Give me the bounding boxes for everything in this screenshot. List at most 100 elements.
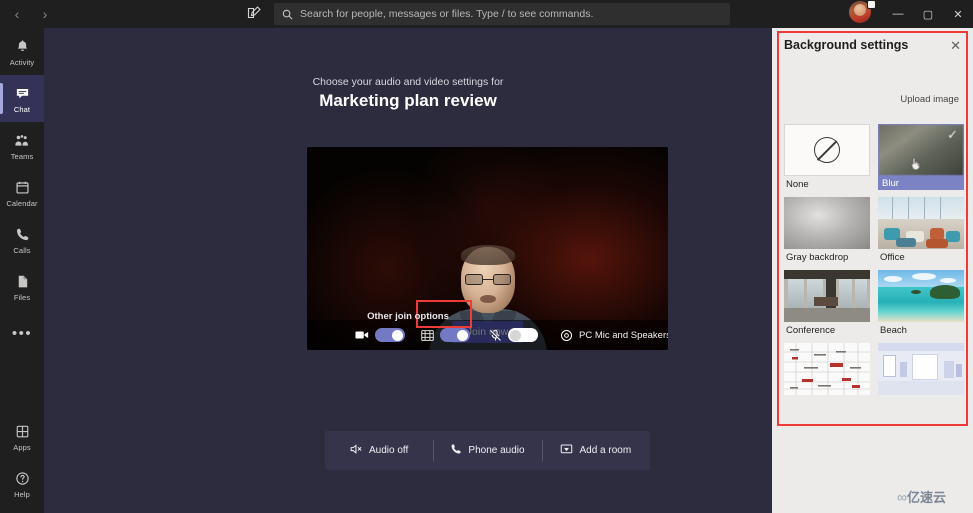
background-option-none[interactable]: None [784,124,870,190]
prejoin-stage: Choose your audio and video settings for… [44,28,772,513]
background-option-label: None [786,179,809,190]
window-controls: — ▢ ✕ [849,0,973,28]
sidebar-item-calendar[interactable]: Calendar [0,169,44,216]
sidebar-item-label: Calls [13,245,31,255]
background-option-label [878,395,964,398]
sidebar-item-apps[interactable]: Apps [0,413,44,460]
background-option-gray-backdrop[interactable]: Gray backdrop [784,197,870,263]
sidebar-item-activity[interactable]: Activity [0,28,44,75]
sidebar-item-label: Files [13,292,31,302]
camera-toggle[interactable] [375,328,405,342]
apps-icon [15,422,30,441]
minimize-button[interactable]: — [883,0,913,28]
search-input[interactable]: Search for people, messages or files. Ty… [274,3,730,25]
blur-thumbnail: ✓ [879,125,963,175]
background-options-grid: None ✓ Blur Gray backdrop Office Confere… [784,124,964,398]
background-option-room[interactable] [878,343,964,398]
maximize-button[interactable]: ▢ [913,0,943,28]
background-option-label: Blur [882,178,899,189]
bell-icon [15,37,30,56]
background-option-office[interactable]: Office [878,197,964,263]
camera-control[interactable] [355,328,405,342]
other-join-options-bar: Audio off Phone audio Add a room [325,431,650,470]
sidebar-item-teams[interactable]: Teams [0,122,44,169]
background-option-blur[interactable]: ✓ Blur [878,124,964,190]
upload-image-link[interactable]: Upload image [900,94,959,105]
office-thumbnail [878,197,964,249]
teams-window: ‹ › Search for people, messages or files… [0,0,973,513]
title-bar: ‹ › Search for people, messages or files… [0,0,973,28]
room-thumbnail [878,343,964,395]
audio-off-button[interactable]: Audio off [325,431,433,470]
navigation-arrows: ‹ › [10,7,52,21]
watermark-text: 亿速云 [906,490,946,505]
sidebar-item-label: Chat [13,104,31,114]
background-effects-control[interactable] [421,328,470,342]
device-settings-control[interactable]: PC Mic and Speakers [560,329,668,342]
video-controls-bar: PC Mic and Speakers [307,320,668,350]
sidebar-item-label: Calendar [6,198,38,208]
add-room-icon [560,443,573,458]
rail-bottom: Apps Help [0,413,44,507]
join-option-label: Audio off [369,445,409,456]
other-join-options-label: Other join options [367,311,449,322]
title-bar-center: Search for people, messages or files. Ty… [246,3,730,25]
sidebar-item-label: Teams [10,151,34,161]
background-option-label: Beach [880,325,907,336]
device-label: PC Mic and Speakers [579,329,668,341]
file-icon [15,272,30,291]
join-option-label: Phone audio [468,445,525,456]
phone-icon [450,443,462,458]
close-icon[interactable]: ✕ [950,39,961,52]
watermark: ∞ 亿速云 [870,480,973,513]
watermark-logo-icon: ∞ [897,488,907,505]
sidebar-item-label: Help [14,489,30,499]
map-thumbnail [784,343,870,395]
sidebar-item-chat[interactable]: Chat [0,75,44,122]
background-option-label: Office [880,252,905,263]
calendar-icon [15,178,30,197]
background-option-map[interactable] [784,343,870,398]
background-panel-header: Background settings ✕ [784,38,961,52]
camera-icon [355,330,369,340]
background-option-beach[interactable]: Beach [878,270,964,336]
microphone-control[interactable] [489,328,538,342]
microphone-muted-icon [489,329,502,342]
status-badge [867,0,876,9]
background-settings-panel: Background settings ✕ Upload image None … [772,28,973,513]
sidebar-item-calls[interactable]: Calls [0,216,44,263]
conference-thumbnail [784,270,870,322]
cursor-pointer-icon [910,156,922,172]
more-icon: ••• [11,325,33,342]
left-rail: Activity Chat Teams Calendar Calls Files… [0,28,44,513]
close-window-button[interactable]: ✕ [943,0,973,28]
sidebar-item-help[interactable]: Help [0,460,44,507]
sidebar-item-files[interactable]: Files [0,263,44,310]
chat-icon [15,84,30,103]
forward-icon[interactable]: › [38,7,52,21]
page-title: Marketing plan review [319,91,497,110]
microphone-toggle[interactable] [508,328,538,342]
background-option-conference[interactable]: Conference [784,270,870,336]
beach-thumbnail [878,270,964,322]
background-option-label: Conference [786,325,836,336]
search-icon [282,9,293,20]
avatar[interactable] [849,0,876,27]
search-placeholder: Search for people, messages or files. Ty… [300,8,594,20]
background-panel-title: Background settings [784,38,909,52]
phone-icon [15,225,30,244]
background-option-label: Gray backdrop [786,252,849,263]
audio-off-icon [350,443,363,458]
join-option-label: Add a room [579,445,632,456]
background-effects-toggle[interactable] [440,328,470,342]
add-a-room-button[interactable]: Add a room [541,431,650,470]
prejoin-subhead: Choose your audio and video settings for [312,76,504,88]
compose-icon[interactable] [246,5,264,23]
island-shape [930,284,960,299]
back-icon[interactable]: ‹ [10,7,24,21]
sidebar-item-more[interactable]: ••• [0,310,44,357]
gray-backdrop-thumbnail [784,197,870,249]
teams-icon [14,131,30,150]
phone-audio-button[interactable]: Phone audio [433,431,541,470]
sidebar-item-label: Apps [13,442,31,452]
